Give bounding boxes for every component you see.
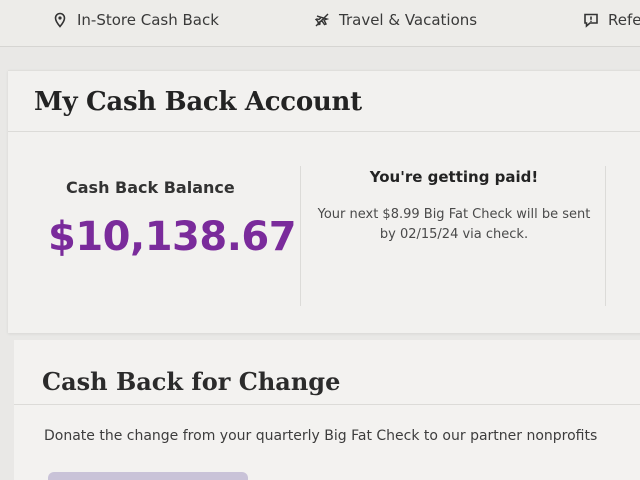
nav-item-refer[interactable]: Refe bbox=[583, 10, 640, 30]
payment-status-description: Your next $8.99 Big Fat Check will be se… bbox=[317, 207, 591, 242]
payment-status-title: You're getting paid! bbox=[369, 168, 539, 186]
no-plane-icon bbox=[314, 12, 330, 28]
balance-value: $10,138.67 bbox=[48, 214, 297, 260]
page-title: My Cash Back Account bbox=[34, 87, 362, 117]
cash-back-account-panel: My Cash Back Account Cash Back Balance $… bbox=[8, 70, 640, 333]
divider bbox=[605, 166, 606, 306]
divider bbox=[300, 166, 301, 306]
section-description: Donate the change from your quarterly Bi… bbox=[44, 428, 598, 444]
nav-item-in-store-cash-back[interactable]: In-Store Cash Back bbox=[52, 10, 219, 30]
nav-item-label: Refe bbox=[608, 11, 640, 29]
page: In-Store Cash Back Travel & Vacations Re… bbox=[0, 0, 640, 480]
section-title: Cash Back for Change bbox=[42, 367, 341, 396]
divider bbox=[8, 131, 640, 132]
balance-label: Cash Back Balance bbox=[66, 178, 235, 197]
cash-back-for-change-section: Cash Back for Change Donate the change f… bbox=[14, 340, 640, 480]
nav-item-label: Travel & Vacations bbox=[339, 11, 478, 29]
donate-button[interactable] bbox=[48, 472, 248, 480]
chat-icon bbox=[583, 12, 599, 28]
location-pin-icon bbox=[52, 12, 68, 28]
divider bbox=[14, 404, 640, 405]
nav-item-label: In-Store Cash Back bbox=[77, 11, 219, 29]
nav-item-travel-vacations[interactable]: Travel & Vacations bbox=[314, 10, 477, 30]
top-navigation: In-Store Cash Back Travel & Vacations Re… bbox=[0, 0, 640, 47]
